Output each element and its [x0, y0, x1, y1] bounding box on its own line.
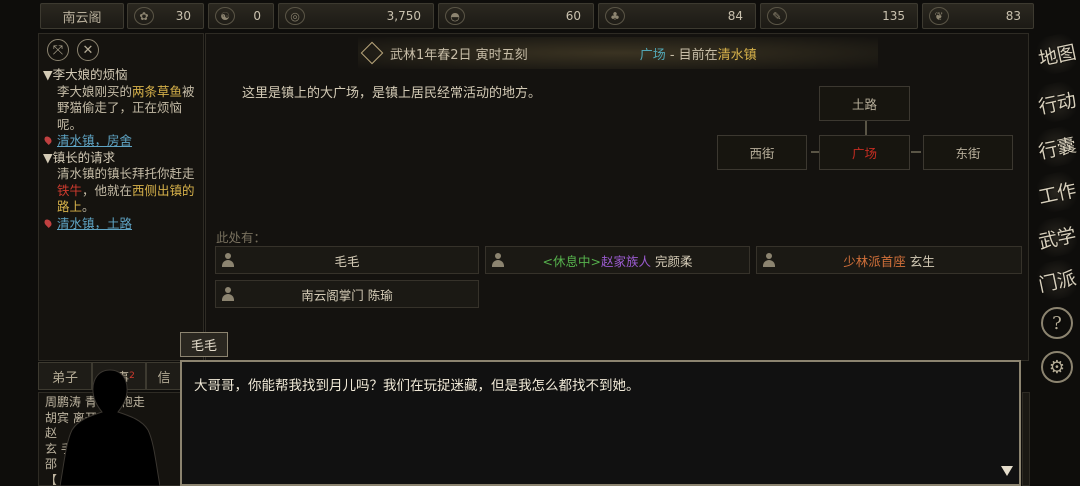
compass-icon [360, 41, 384, 65]
scene-panel: 武林1年春2日 寅时五刻 广场 - 目前在清水镇 这里是镇上的大广场，是镇上居民… [205, 33, 1029, 361]
npc-button[interactable]: 南云阁掌门 陈瑜 [215, 280, 479, 308]
menu-map[interactable]: 地图 [1034, 31, 1080, 77]
person-icon [492, 253, 504, 267]
expand-icon[interactable]: ⤧ [47, 39, 69, 61]
stat-yinyang[interactable]: ☯ 0 [208, 3, 274, 29]
stat-food[interactable]: ◓ 60 [438, 3, 594, 29]
help-icon[interactable]: ? [1041, 307, 1073, 339]
map-node-east[interactable]: 东街 [923, 135, 1013, 170]
herb-icon: ♣ [605, 7, 625, 25]
pig-icon: ❦ [929, 7, 949, 25]
npc-button[interactable]: 毛毛 [215, 246, 479, 274]
quest-description: 李大娘刚买的两条草鱼被野猫偷走了，正在烦恼呢。 [57, 83, 195, 132]
stat-money[interactable]: ◎ 3,750 [278, 3, 434, 29]
yinyang-icon: ☯ [215, 7, 235, 25]
dialog-text: 大哥哥，你能帮我找到月儿吗？我们在玩捉迷藏，但是我怎么都找不到她。 [194, 378, 640, 394]
present-label: 此处有： [216, 230, 267, 245]
menu-work[interactable]: 工作 [1034, 169, 1080, 215]
scene-description: 这里是镇上的大广场，是镇上居民经常活动的地方。 [242, 86, 542, 101]
continue-arrow-icon[interactable] [1001, 466, 1013, 476]
menu-action[interactable]: 行动 [1034, 79, 1080, 125]
npc-button[interactable]: <休息中>赵家族人 完颜柔 [485, 246, 750, 274]
side-menu: 地图 行动 行囊 工作 武学 门派 ? ⚙ [1034, 31, 1080, 486]
quest-title[interactable]: ▼镇长的请求 [43, 150, 203, 167]
time-location-bar: 武林1年春2日 寅时五刻 广场 - 目前在清水镇 [358, 37, 878, 69]
quest-location-link[interactable]: 清水镇，土路 [43, 216, 203, 233]
quest-description: 清水镇的镇长拜托你赶走铁牛，他就在西侧出镇的路上。 [57, 166, 195, 214]
game-time: 武林1年春2日 寅时五刻 [390, 47, 528, 63]
current-location: 广场 - 目前在清水镇 [639, 47, 757, 63]
menu-inventory[interactable]: 行囊 [1034, 124, 1080, 170]
scrollbar[interactable] [1022, 392, 1030, 486]
settings-icon[interactable]: ⚙ [1041, 351, 1073, 383]
top-resource-bar: 南云阁 ✿ 30 ☯ 0 ◎ 3,750 ◓ 60 ♣ 84 ✎ 135 ❦ 8… [0, 0, 1080, 32]
stat-livestock[interactable]: ❦ 83 [922, 3, 1034, 29]
map-node-west[interactable]: 西街 [717, 135, 807, 170]
map-connector [911, 151, 921, 153]
wood-icon: ✿ [134, 7, 154, 25]
sect-name-button[interactable]: 南云阁 [40, 3, 124, 29]
map-node-current: 广场 [819, 135, 910, 170]
quest-location-link[interactable]: 清水镇，房舍 [43, 133, 203, 150]
menu-sect[interactable]: 门派 [1034, 257, 1080, 303]
stat-herb[interactable]: ♣ 84 [598, 3, 756, 29]
quest-list: ▼李大娘的烦恼 李大娘刚买的两条草鱼被野猫偷走了，正在烦恼呢。 清水镇，房舍 ▼… [43, 67, 203, 232]
quest-panel: ⤧ ✕ ▼李大娘的烦恼 李大娘刚买的两条草鱼被野猫偷走了，正在烦恼呢。 清水镇，… [38, 33, 204, 361]
stat-brush[interactable]: ✎ 135 [760, 3, 918, 29]
person-icon [222, 253, 234, 267]
close-icon[interactable]: ✕ [77, 39, 99, 61]
menu-martial-arts[interactable]: 武学 [1034, 214, 1080, 260]
speaker-name-tag: 毛毛 [180, 332, 228, 357]
dialog-box[interactable]: 大哥哥，你能帮我找到月儿吗？我们在玩捉迷藏，但是我怎么都找不到她。 [180, 360, 1021, 486]
person-icon [763, 253, 775, 267]
map-node-north[interactable]: 土路 [819, 86, 910, 121]
npc-button[interactable]: 少林派首座 玄生 [756, 246, 1022, 274]
food-icon: ◓ [445, 7, 465, 25]
stat-wood[interactable]: ✿ 30 [127, 3, 204, 29]
brush-icon: ✎ [767, 7, 787, 25]
coin-icon: ◎ [285, 7, 305, 25]
speaker-portrait [60, 369, 160, 486]
map-connector [865, 121, 867, 136]
quest-title[interactable]: ▼李大娘的烦恼 [43, 67, 203, 84]
person-icon [222, 287, 234, 301]
